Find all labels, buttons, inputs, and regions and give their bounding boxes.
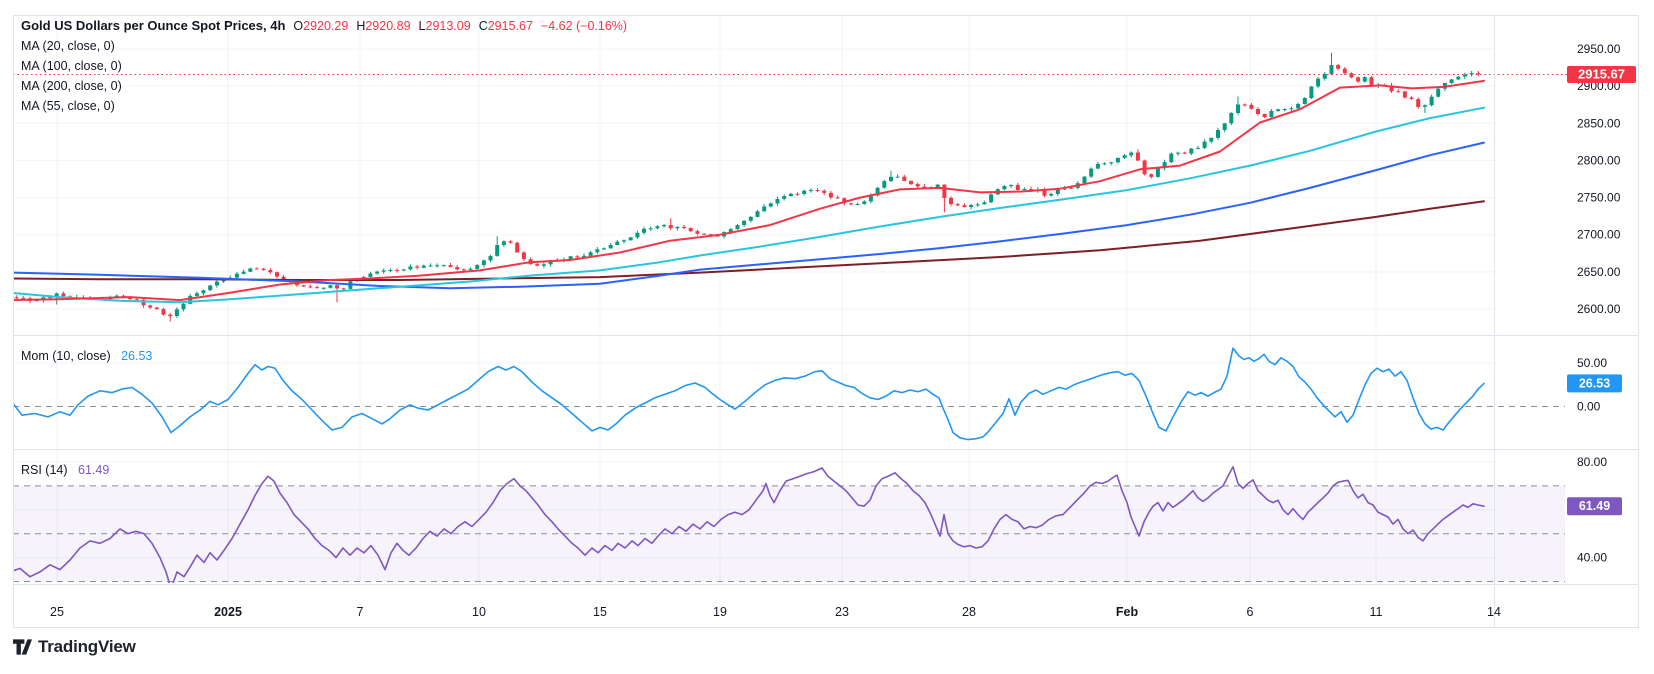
svg-text:2800.00: 2800.00: [1577, 153, 1621, 167]
svg-text:26.53: 26.53: [1579, 376, 1610, 390]
svg-text:15: 15: [593, 605, 607, 619]
momentum-badge: 26.53: [1567, 374, 1622, 392]
svg-text:61.49: 61.49: [1579, 499, 1610, 513]
price-badge: 2915.67: [1567, 66, 1636, 83]
svg-text:2950.00: 2950.00: [1577, 42, 1621, 56]
svg-text:28: 28: [962, 605, 976, 619]
svg-text:14: 14: [1487, 605, 1501, 619]
svg-text:40.00: 40.00: [1577, 551, 1607, 565]
svg-text:11: 11: [1370, 605, 1383, 619]
svg-text:2915.67: 2915.67: [1578, 67, 1625, 82]
candlestick-chart-canvas[interactable]: 2950.002900.002850.002800.002750.002700.…: [0, 0, 1654, 674]
svg-text:Feb: Feb: [1116, 605, 1139, 619]
tradingview-icon: [13, 639, 32, 655]
svg-text:50.00: 50.00: [1577, 356, 1607, 370]
svg-text:6: 6: [1247, 605, 1254, 619]
svg-text:2700.00: 2700.00: [1577, 228, 1621, 242]
momentum-line: [10, 348, 1484, 439]
svg-text:2600.00: 2600.00: [1577, 302, 1621, 316]
svg-text:23: 23: [835, 605, 849, 619]
svg-text:2025: 2025: [214, 605, 242, 619]
candles: [8, 53, 1480, 322]
symbol-title[interactable]: Gold US Dollars per Ounce Spot Prices, 4…: [21, 18, 285, 33]
svg-text:19: 19: [713, 605, 727, 619]
tradingview-attribution[interactable]: TradingView: [13, 637, 136, 657]
rsi-badge: 61.49: [1567, 497, 1622, 515]
svg-text:0.00: 0.00: [1577, 400, 1601, 414]
price-axis-labels[interactable]: 2950.002900.002850.002800.002750.002700.…: [1577, 42, 1621, 316]
svg-text:25: 25: [50, 605, 64, 619]
tradingview-text: TradingView: [38, 637, 136, 657]
time-axis-labels[interactable]: 25 2025 7 10 15 19 23 28 Feb 6 11 14: [50, 605, 1501, 619]
svg-text:10: 10: [472, 605, 486, 619]
svg-text:2850.00: 2850.00: [1577, 116, 1621, 130]
svg-text:80.00: 80.00: [1577, 455, 1607, 469]
svg-text:2750.00: 2750.00: [1577, 191, 1621, 205]
chart-widget: 2950.002900.002850.002800.002750.002700.…: [0, 0, 1654, 674]
svg-text:7: 7: [357, 605, 364, 619]
svg-text:2650.00: 2650.00: [1577, 265, 1621, 279]
